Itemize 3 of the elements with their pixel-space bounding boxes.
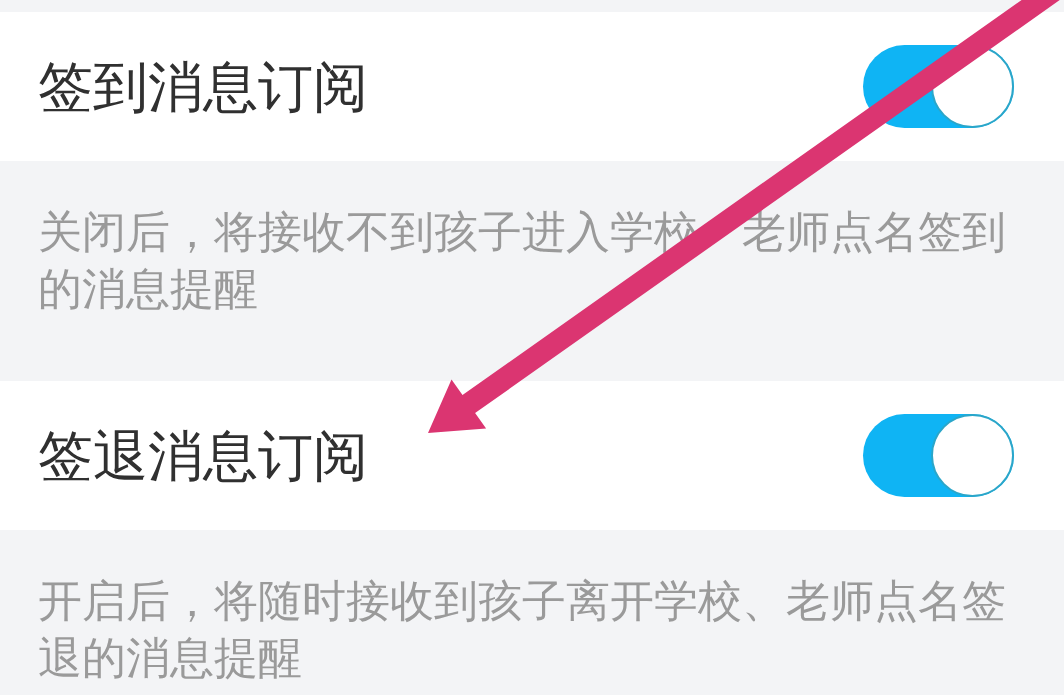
setting-title: 签退消息订阅	[38, 423, 368, 488]
setting-title: 签到消息订阅	[38, 54, 368, 119]
setting-description: 开启后，将随时接收到孩子离开学校、老师点名签退的消息提醒	[38, 575, 1007, 684]
